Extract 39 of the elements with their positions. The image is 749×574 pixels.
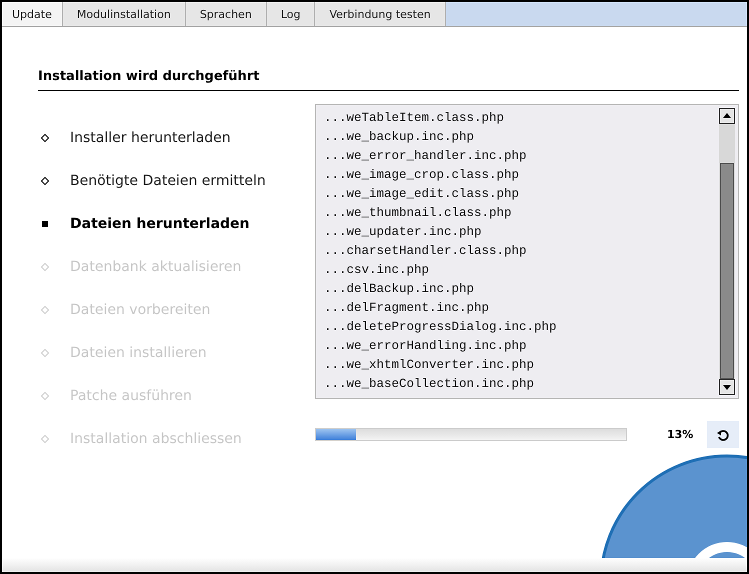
step-label: Installer herunterladen [70,130,231,146]
progress-percent: 13% [667,428,694,441]
log-line: ...weTableItem.class.php [324,110,506,127]
tab[interactable]: Log [266,2,316,26]
diamond-bullet-icon [40,348,50,357]
square-bullet-icon [42,220,48,226]
log-line: ...we_image_edit.class.php [324,186,520,203]
log-line: ...we_error_handler.inc.php [324,148,528,165]
diamond-bullet-icon [40,305,50,314]
step-label: Benötigte Dateien ermitteln [70,172,266,188]
log-line: ...we_baseCollection.inc.php [324,376,536,393]
refresh-button[interactable] [707,421,739,448]
scrollbar[interactable] [719,108,735,395]
log-line: ...delBackup.inc.php [324,281,476,298]
step-label: Dateien herunterladen [70,216,250,232]
log-line: ...we_errorHandling.inc.php [324,338,528,355]
diamond-bullet-icon [40,133,50,142]
scroll-up-icon[interactable] [719,108,735,124]
log-line: ...we_xhtmlConverter.inc.php [324,357,536,374]
tab[interactable]: Sprachen [186,2,267,26]
log-line: ...we_image_crop.class.php [324,167,520,184]
scroll-thumb[interactable] [720,163,734,379]
scroll-down-icon[interactable] [719,379,735,395]
section-heading: Installation wird durchgeführt [38,69,739,91]
refresh-icon [716,428,730,442]
tab[interactable]: Modulinstallation [62,2,186,26]
diamond-bullet-icon [40,434,50,443]
tab[interactable]: Update [2,2,63,26]
log-line: ...we_thumbnail.class.php [324,205,513,222]
log-line: ...deleteProgressDialog.inc.php [324,319,558,336]
log-line: ...we_updater.inc.php [324,224,483,241]
diamond-bullet-icon [40,262,50,271]
diamond-bullet-icon [40,176,50,185]
log-line: ...we_backup.inc.php [324,129,476,146]
log-line: ...charsetHandler.class.php [324,243,528,260]
log-line: ...csv.inc.php [324,262,430,279]
diamond-bullet-icon [40,391,50,400]
log-line: ...delFragment.inc.php [324,300,490,317]
tab[interactable]: Verbindung testen [315,2,446,26]
